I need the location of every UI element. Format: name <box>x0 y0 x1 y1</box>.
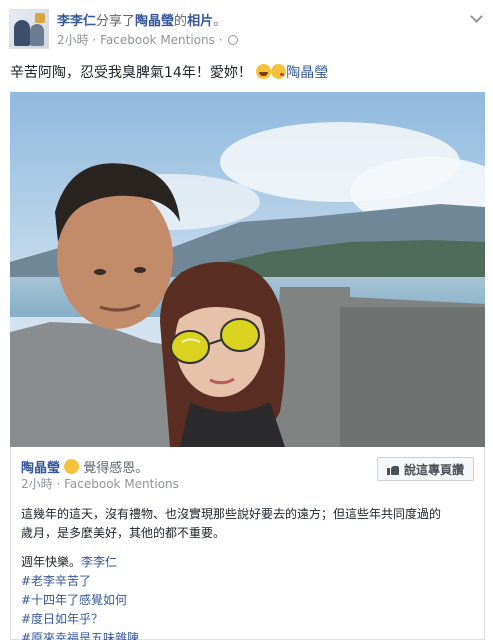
globe-icon[interactable] <box>228 35 239 45</box>
sunglasses-lens <box>170 330 210 364</box>
post-photo[interactable] <box>10 92 485 447</box>
smile-emoji-icon <box>64 459 80 474</box>
avatar-figure <box>14 20 30 46</box>
avatar-figure-second <box>30 24 44 46</box>
photo-link[interactable]: 相片 <box>187 14 213 29</box>
body-line-2: 歲月，是多麼美好，其他的都不重要。 <box>21 526 226 540</box>
anniversary-mention-link[interactable]: 李李仁 <box>81 555 117 569</box>
like-page-label: 說這專頁讚 <box>403 462 464 477</box>
hashtag-link[interactable]: #老李辛苦了 <box>21 572 476 591</box>
body-line-1: 這幾年的這天，沒有禮物、也沒實現那些說好要去的遠方；但這些年共同度過的 <box>21 507 442 521</box>
post-title-line: 李李仁分享了陶晶瑩的相片。 <box>57 10 226 29</box>
timestamp-link[interactable]: 2小時 <box>57 33 89 47</box>
thumbs-up-icon <box>386 464 399 475</box>
hashtag-link-2[interactable]: #十四年了感覺如何 <box>21 591 476 610</box>
sunglasses-lens-2 <box>220 318 260 352</box>
shared-author-link[interactable]: 陶晶瑩 <box>21 461 60 476</box>
shared-post-card: 陶晶瑩 覺得感恩。 2小時 · Facebook Mentions 說這專頁讚 … <box>10 447 485 640</box>
meta-separator-2: · <box>218 33 223 47</box>
title-period: 。 <box>213 14 227 29</box>
post-meta: 2小時 · Facebook Mentions · <box>57 31 239 48</box>
anniversary-line: 週年快樂。李李仁 <box>21 553 476 572</box>
avatar[interactable] <box>9 9 49 49</box>
target-link[interactable]: 陶晶瑩 <box>135 14 174 29</box>
source-text: Facebook Mentions <box>100 33 215 47</box>
feeling-text: 覺得感恩。 <box>83 461 149 476</box>
man-eye <box>94 269 106 275</box>
laughing-emoji-icon <box>256 64 272 79</box>
like-page-button[interactable]: 說這專頁讚 <box>376 457 474 481</box>
kissing-emoji-icon <box>271 64 287 79</box>
shared-body: 這幾年的這天，沒有禮物、也沒實現那些說好要去的遠方；但這些年共同度過的 歲月，是… <box>21 505 476 640</box>
meta-separator: · <box>92 33 97 47</box>
author-link[interactable]: 李李仁 <box>57 14 96 29</box>
avatar-badge <box>35 13 45 23</box>
shared-timestamp-link[interactable]: 2小時 <box>21 477 53 491</box>
chevron-down-icon[interactable] <box>470 10 483 23</box>
hashtag-link-3[interactable]: #度日如年乎？ <box>21 610 476 629</box>
shared-source-text: Facebook Mentions <box>64 477 179 491</box>
photo-illustration <box>10 92 485 447</box>
post-header: 李李仁分享了陶晶瑩的相片。 2小時 · Facebook Mentions · <box>0 0 493 56</box>
caption-text: 辛苦阿陶，忍受我臭脾氣14年！愛妳！ <box>10 65 252 81</box>
shared-meta: 2小時 · Facebook Mentions <box>21 475 179 492</box>
facebook-post: 李李仁分享了陶晶瑩的相片。 2小時 · Facebook Mentions · … <box>0 0 493 640</box>
shared-header: 陶晶瑩 覺得感恩。 <box>21 457 148 476</box>
post-caption: 辛苦阿陶，忍受我臭脾氣14年！愛妳！ 陶晶瑩 <box>10 62 328 82</box>
hashtag-link-4[interactable]: #原來幸福是五味雜陳 <box>21 629 476 640</box>
dam-face <box>340 307 485 447</box>
target-suffix: 的 <box>174 14 188 29</box>
anniversary-text: 週年快樂。 <box>21 555 82 569</box>
shared-meta-separator: · <box>56 477 61 491</box>
man-eye-2 <box>134 267 146 273</box>
action-text: 分享了 <box>96 14 136 29</box>
caption-mention-link[interactable]: 陶晶瑩 <box>286 65 328 81</box>
